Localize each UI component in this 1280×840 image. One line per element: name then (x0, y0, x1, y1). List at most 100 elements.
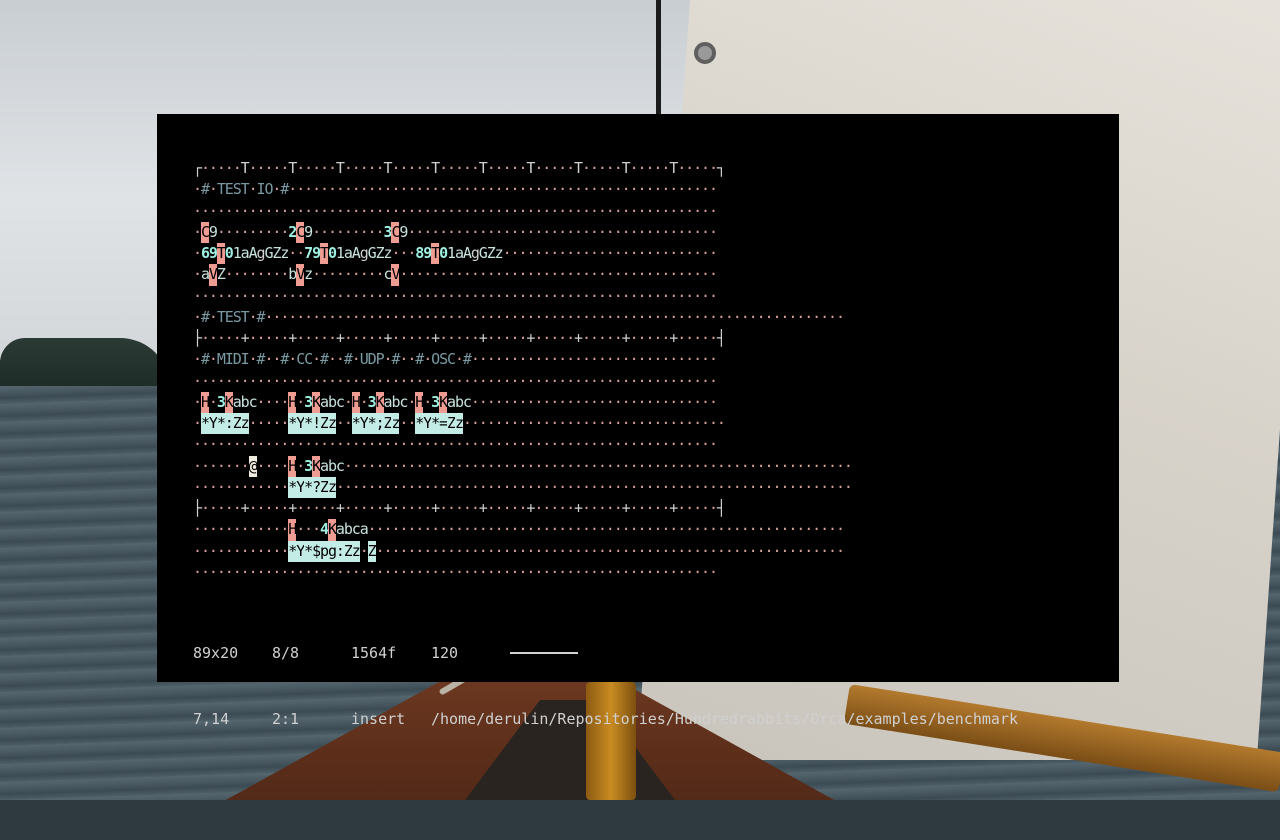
grid-cell[interactable]: z (304, 264, 313, 285)
grid-cell[interactable]: · (614, 371, 623, 392)
grid-cell[interactable]: · (717, 519, 726, 540)
grid-cell[interactable]: · (614, 328, 623, 349)
grid-cell[interactable]: · (717, 456, 726, 477)
grid-cell[interactable]: · (431, 307, 440, 328)
grid-cell[interactable]: · (511, 498, 520, 519)
grid-cell[interactable]: · (249, 307, 258, 328)
grid-cell[interactable]: · (614, 562, 623, 583)
grid-cell[interactable]: · (709, 179, 718, 200)
grid-cell[interactable]: · (550, 264, 559, 285)
grid-cell[interactable]: · (209, 158, 218, 179)
grid-cell[interactable]: · (582, 519, 591, 540)
grid-cell[interactable]: * (351, 413, 361, 435)
grid-cell[interactable]: · (257, 328, 266, 349)
grid-cell[interactable]: · (407, 477, 416, 498)
grid-cell[interactable]: · (368, 519, 377, 540)
grid-cell[interactable]: · (193, 392, 202, 413)
grid-cell[interactable]: · (264, 562, 273, 583)
grid-cell[interactable]: · (558, 562, 567, 583)
grid-cell[interactable]: · (217, 519, 226, 540)
grid-cell[interactable]: · (606, 222, 615, 243)
grid-cell[interactable]: · (423, 434, 432, 455)
grid-cell[interactable]: · (328, 264, 337, 285)
grid-cell[interactable]: · (471, 158, 480, 179)
grid-cell[interactable]: · (407, 286, 416, 307)
grid-cell[interactable]: · (669, 222, 678, 243)
grid-cell[interactable]: · (296, 392, 305, 413)
grid-cell[interactable]: · (685, 158, 694, 179)
grid-row[interactable]: ············*Y*?Zz······················… (193, 476, 853, 498)
grid-cell[interactable]: · (360, 434, 369, 455)
grid-cell[interactable]: · (376, 477, 385, 498)
grid-cell[interactable]: · (368, 328, 377, 349)
grid-cell[interactable]: · (669, 413, 678, 434)
grid-cell[interactable]: · (336, 413, 345, 434)
grid-cell[interactable]: · (280, 286, 289, 307)
grid-cell[interactable]: · (471, 519, 480, 540)
grid-cell[interactable]: · (463, 413, 472, 434)
grid-cell[interactable]: · (511, 201, 520, 222)
grid-cell[interactable]: · (431, 371, 440, 392)
grid-cell[interactable]: · (241, 562, 250, 583)
grid-cell[interactable]: · (249, 264, 258, 285)
grid-cell[interactable]: · (407, 328, 416, 349)
grid-cell[interactable]: · (669, 307, 678, 328)
grid-cell[interactable]: · (217, 371, 226, 392)
grid-cell[interactable]: · (225, 158, 234, 179)
grid-cell[interactable]: · (590, 264, 599, 285)
grid-cell[interactable]: · (360, 562, 369, 583)
grid-cell[interactable]: · (391, 201, 400, 222)
grid-cell[interactable]: · (598, 264, 607, 285)
grid-cell[interactable]: · (622, 562, 631, 583)
grid-cell[interactable]: · (384, 286, 393, 307)
grid-cell[interactable]: · (741, 477, 750, 498)
grid-cell[interactable]: · (328, 498, 337, 519)
grid-cell[interactable]: · (598, 498, 607, 519)
grid-cell[interactable]: K (224, 391, 234, 413)
grid-cell[interactable]: + (336, 328, 345, 349)
grid-cell[interactable]: · (423, 201, 432, 222)
grid-cell[interactable]: · (566, 392, 575, 413)
grid-cell[interactable]: · (534, 498, 543, 519)
grid-cell[interactable]: · (534, 541, 543, 562)
grid-cell[interactable]: · (272, 222, 281, 243)
grid-cell[interactable]: · (455, 434, 464, 455)
grid-cell[interactable]: a (201, 264, 210, 285)
grid-cell[interactable]: · (566, 158, 575, 179)
grid-cell[interactable]: · (320, 264, 329, 285)
grid-cell[interactable]: · (709, 307, 718, 328)
grid-cell[interactable]: · (550, 222, 559, 243)
grid-cell[interactable]: · (772, 477, 781, 498)
grid-cell[interactable]: · (487, 286, 496, 307)
grid-cell[interactable]: · (661, 158, 670, 179)
grid-cell[interactable]: · (709, 541, 718, 562)
grid-cell[interactable]: c (249, 392, 258, 413)
grid-cell[interactable]: · (701, 222, 710, 243)
grid-cell[interactable]: · (550, 179, 559, 200)
grid-cell[interactable]: · (598, 413, 607, 434)
grid-cell[interactable]: · (630, 456, 639, 477)
grid-cell[interactable]: · (193, 349, 202, 370)
grid-cell[interactable]: · (701, 498, 710, 519)
grid-cell[interactable]: · (487, 413, 496, 434)
grid-cell[interactable]: · (661, 307, 670, 328)
grid-cell[interactable]: · (614, 201, 623, 222)
grid-cell[interactable]: + (574, 328, 583, 349)
grid-cell[interactable]: · (288, 179, 297, 200)
grid-cell[interactable]: · (336, 286, 345, 307)
grid-cell[interactable]: · (495, 349, 504, 370)
grid-cell[interactable]: · (733, 307, 742, 328)
grid-cell[interactable]: c (336, 456, 345, 477)
grid-cell[interactable]: · (582, 243, 591, 264)
grid-cell[interactable]: · (757, 456, 766, 477)
grid-cell[interactable]: · (471, 179, 480, 200)
grid-cell[interactable]: · (622, 286, 631, 307)
grid-cell[interactable]: · (550, 243, 559, 264)
grid-cell[interactable]: · (614, 519, 623, 540)
grid-cell[interactable]: · (217, 222, 226, 243)
grid-cell[interactable]: · (630, 498, 639, 519)
grid-cell[interactable]: · (503, 307, 512, 328)
grid-cell[interactable]: · (630, 392, 639, 413)
grid-cell[interactable]: · (296, 434, 305, 455)
grid-cell[interactable]: · (701, 392, 710, 413)
